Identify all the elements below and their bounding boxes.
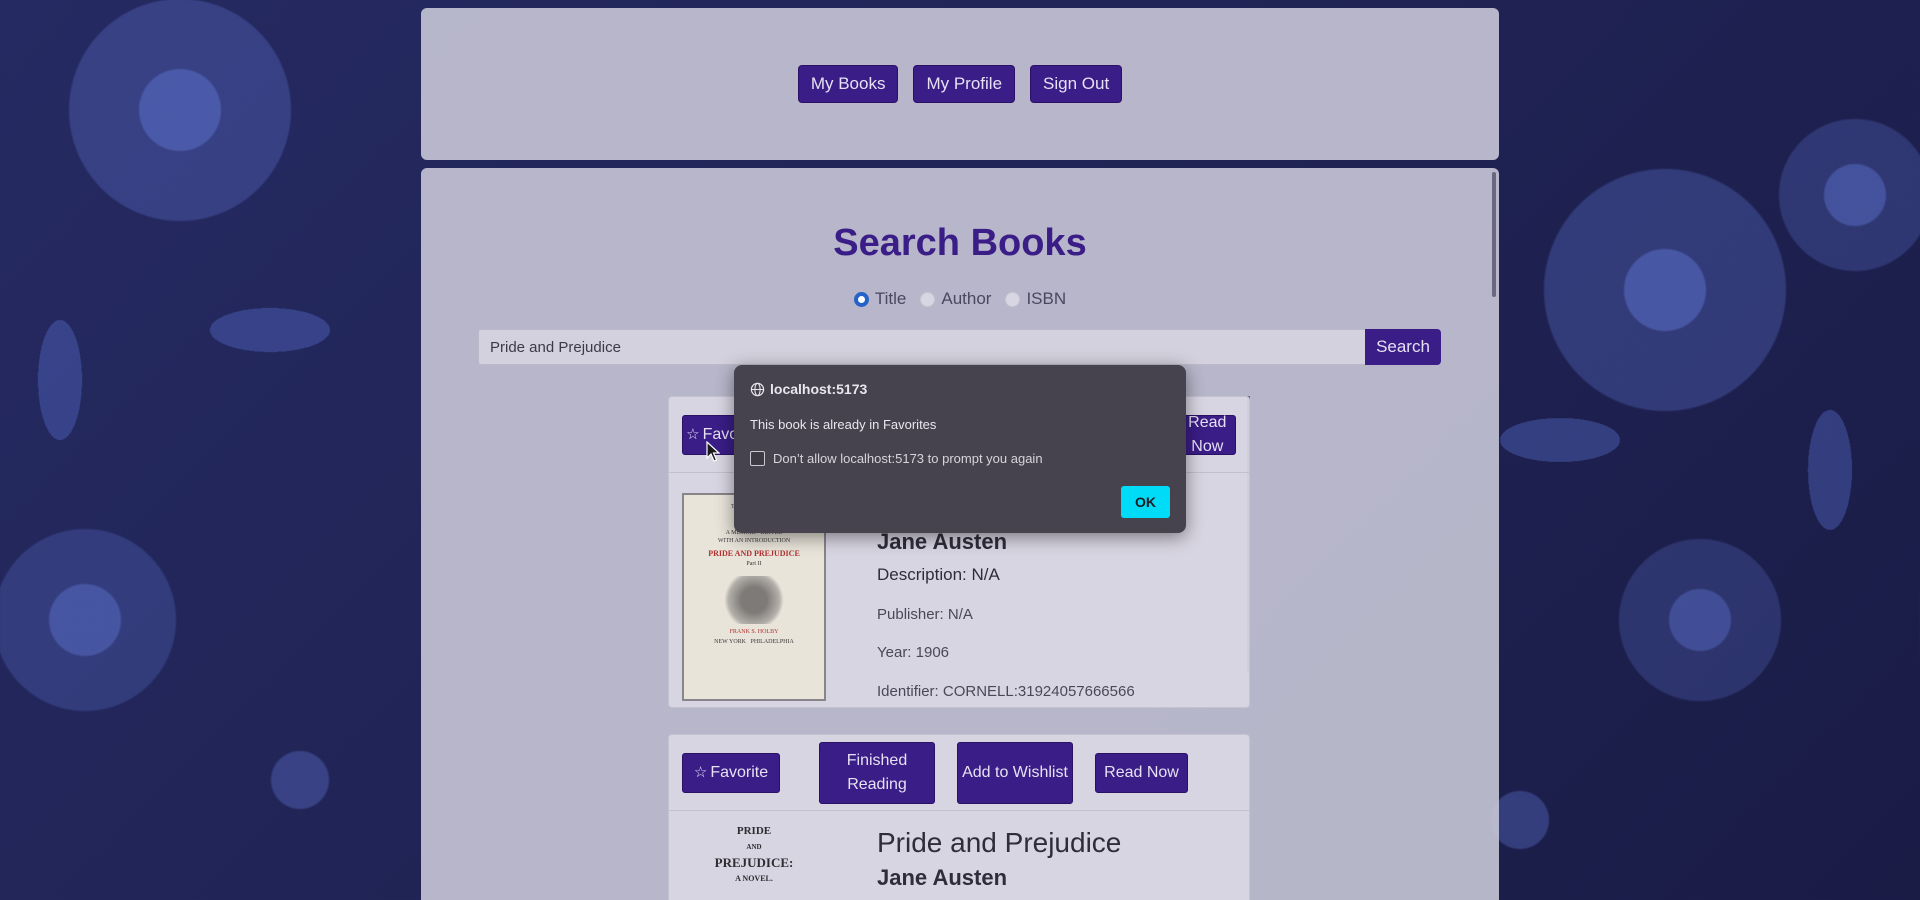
page-title: Search Books (833, 222, 1087, 264)
dialog-message: This book is already in Favorites (750, 417, 937, 432)
book-title: Pride and Prejudice (877, 827, 1122, 858)
radio-label-isbn: ISBN (1026, 289, 1067, 308)
book-publisher: Publisher: N/A (877, 606, 973, 623)
sign-out-button[interactable]: Sign Out (1030, 65, 1123, 103)
radio-button-title[interactable] (853, 291, 869, 307)
star-icon: ☆ (686, 425, 700, 443)
dialog-origin-text: localhost:5173 (770, 381, 868, 397)
search-panel: Search Books Title Author ISBN Search ☆ … (421, 168, 1499, 900)
top-nav: My Books My Profile Sign Out (421, 8, 1499, 160)
book-cover: PRIDE AND PREJUDICE: A NOVEL. (682, 823, 826, 900)
cover-title: PRIDE AND PREJUDICE (708, 549, 800, 558)
globe-icon (750, 382, 765, 396)
book-identifier: Identifier: CORNELL:31924057666566 (877, 683, 1135, 700)
radio-title[interactable]: Title (853, 289, 907, 309)
radio-author[interactable]: Author (920, 289, 991, 309)
finished-reading-button[interactable]: Finished Reading (819, 741, 935, 804)
alert-dialog: localhost:5173 This book is already in F… (734, 365, 1186, 533)
mouse-cursor-icon (706, 441, 720, 462)
dialog-origin: localhost:5173 (750, 381, 867, 397)
search-button[interactable]: Search (1365, 329, 1441, 365)
add-to-wishlist-button[interactable]: Add to Wishlist (957, 741, 1073, 804)
book-description: Description: N/A (877, 565, 1000, 584)
read-now-button[interactable]: Read Now (1178, 414, 1236, 455)
favorite-button[interactable]: ☆ Favorite (682, 752, 780, 793)
ok-button[interactable]: OK (1121, 486, 1170, 518)
read-now-button[interactable]: Read Now (1095, 752, 1188, 793)
cover-text: A NOVEL. (735, 874, 773, 883)
dont-allow-checkbox[interactable] (750, 451, 765, 466)
star-icon: ☆ (693, 763, 708, 781)
favorite-label: Favorite (710, 763, 769, 781)
cover-text: FRANK S. HOLBY (729, 629, 779, 635)
card-actions: ☆ Favorite Finished Reading Add to Wishl… (669, 735, 1249, 811)
book-year: Year: 1906 (877, 644, 950, 661)
cover-text: Part II (746, 561, 762, 567)
dont-allow-label: Don’t allow localhost:5173 to prompt you… (773, 451, 1043, 466)
cover-text: PREJUDICE: (714, 855, 794, 870)
cover-text: AND (746, 843, 762, 851)
dont-allow-prompt-option[interactable]: Don’t allow localhost:5173 to prompt you… (750, 451, 1043, 466)
search-input[interactable] (478, 329, 1365, 365)
cover-text: PRIDE (736, 825, 772, 837)
radio-label-author: Author (941, 289, 992, 308)
radio-button-author[interactable] (920, 291, 936, 307)
cover-illustration (719, 576, 789, 624)
book-author: Jane Austen (877, 865, 1008, 890)
cover-place: NEW YORK PHILADELPHIA (714, 639, 794, 645)
radio-label-title: Title (874, 289, 907, 308)
radio-button-isbn[interactable] (1005, 291, 1021, 307)
radio-isbn[interactable]: ISBN (1005, 289, 1066, 309)
my-books-button[interactable]: My Books (797, 65, 899, 103)
book-card: ☆ Favorite Finished Reading Add to Wishl… (668, 734, 1250, 900)
my-profile-button[interactable]: My Profile (913, 65, 1016, 103)
search-bar: Search (478, 329, 1441, 365)
search-type-options: Title Author ISBN (421, 289, 1499, 309)
